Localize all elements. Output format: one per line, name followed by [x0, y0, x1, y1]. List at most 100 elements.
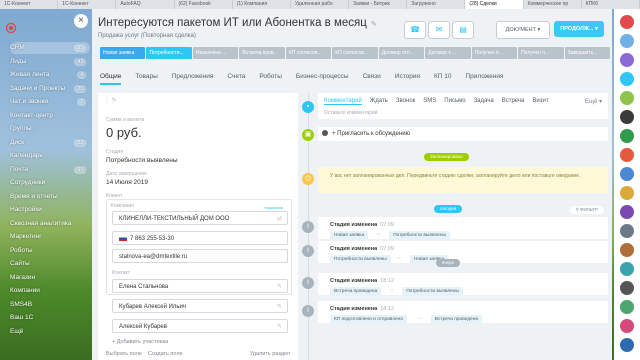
left-menu-item[interactable]: Магазин — [10, 272, 90, 284]
email-field[interactable]: stalnova-ea@dmtextile.ru — [112, 249, 288, 263]
timeline-tab[interactable]: Визит — [532, 98, 548, 105]
browser-tab[interactable]: Загружено — [407, 0, 466, 9]
create-field-link[interactable]: Создать поле — [148, 351, 183, 357]
user-avatar-icon[interactable] — [620, 281, 634, 295]
user-avatar-icon[interactable] — [620, 34, 634, 48]
deal-subtitle[interactable]: Продажа услуг (Повторная сделка) — [98, 33, 377, 39]
stage-step[interactable]: КП согласов... — [332, 47, 378, 59]
deal-tab[interactable]: Приложения — [466, 73, 504, 85]
timeline-tab[interactable]: Звонок — [396, 98, 415, 105]
left-menu-item[interactable]: Маркетинг — [10, 231, 90, 243]
stage-step[interactable]: Назначена ... — [192, 47, 239, 59]
deal-tab[interactable]: Связи — [363, 73, 381, 85]
timeline-tab[interactable]: Письмо — [444, 98, 465, 105]
deal-tab[interactable]: Роботы — [259, 73, 282, 85]
timeline-tab[interactable]: SMS — [423, 98, 436, 105]
select-field-link[interactable]: Выбрать поле — [106, 351, 142, 357]
bitrix-logo-icon[interactable] — [5, 22, 17, 34]
browser-tab[interactable]: КПКб — [582, 0, 640, 9]
email-button[interactable]: ✉ — [428, 21, 450, 39]
deal-tab[interactable]: Бизнес-процессы — [296, 73, 349, 85]
user-avatar-icon[interactable] — [620, 91, 634, 105]
deal-tab[interactable]: Предложения — [172, 73, 214, 85]
left-menu-item[interactable]: Календарь — [10, 150, 90, 162]
user-avatar-icon[interactable] — [620, 205, 634, 219]
stage-step[interactable]: Потребности... — [146, 47, 192, 59]
left-menu-item[interactable]: Группы — [10, 123, 90, 135]
left-menu-item[interactable]: Сотрудники — [10, 177, 90, 189]
browser-tab[interactable]: AutoFAQ — [116, 0, 175, 9]
user-avatar-icon[interactable] — [620, 262, 634, 276]
browser-tab[interactable]: (28) Сделки — [465, 0, 524, 9]
left-menu-item[interactable]: Компании — [10, 285, 90, 297]
user-avatar-icon[interactable] — [620, 167, 634, 181]
pencil-icon[interactable]: ✎ — [277, 320, 282, 334]
stage-step[interactable]: Получен п... — [518, 47, 564, 59]
filter-button[interactable]: ⚲ ФИЛЬТР — [569, 206, 604, 214]
browser-tab[interactable]: Заявки - Битрик — [349, 0, 408, 9]
invite-discussion[interactable]: + Пригласить к обсуждению — [318, 127, 608, 141]
left-menu-item[interactable]: Задачи и Проекты 25 — [10, 83, 90, 95]
stage-step[interactable]: Новая заявка — [100, 47, 146, 59]
timeline-event[interactable]: Стадия изменена 18:12 КП подготовлено и от… — [318, 301, 608, 324]
user-avatar-icon[interactable] — [620, 53, 634, 67]
add-participant-link[interactable]: + Добавить участника — [112, 339, 168, 345]
left-menu-item[interactable]: Настройки — [10, 204, 90, 216]
left-menu-item[interactable]: Чат и звонки 7 — [10, 96, 90, 108]
left-menu-item[interactable]: Лиды 43 — [10, 56, 90, 68]
pencil-icon[interactable]: ✎ — [277, 280, 282, 294]
left-menu-item[interactable]: Диск 22 — [10, 137, 90, 149]
timeline-event[interactable]: Стадия изменена 18:12 Встреча проведена → По… — [318, 273, 608, 296]
stage-step[interactable]: КП согласов... — [285, 47, 332, 59]
continue-button[interactable]: ПРОДОЛЖ... ▾ — [554, 21, 604, 37]
phone-field[interactable]: 7 863 255-53-30 — [112, 231, 288, 245]
user-avatar-icon[interactable] — [620, 148, 634, 162]
browser-tab[interactable]: 1С-Коннект — [0, 0, 59, 9]
company-field[interactable]: КЛИНЕЛЛИ-ТЕКСТИЛЬНЫЙ ДОМ ООО ⇄ — [112, 211, 288, 225]
deal-tab[interactable]: Общие — [100, 73, 122, 85]
contact-field[interactable]: Кубарев Алексей Ильич ✎ — [112, 299, 288, 313]
stage-step[interactable]: Договор отп... — [378, 47, 425, 59]
contact-field[interactable]: Алексей Кубарев ✎ — [112, 319, 288, 333]
deal-tab[interactable]: Счета — [227, 73, 245, 85]
deal-tab[interactable]: История — [395, 73, 420, 85]
user-avatar-icon[interactable] — [620, 110, 634, 124]
user-avatar-icon[interactable] — [620, 186, 634, 200]
user-avatar-icon[interactable] — [620, 338, 634, 352]
left-menu-item[interactable]: Живая лента 4 — [10, 69, 90, 81]
pencil-icon[interactable]: ✎ — [371, 20, 377, 28]
left-menu-item[interactable]: SMS4B — [10, 299, 90, 311]
left-menu-item[interactable]: Почта 99 — [10, 164, 90, 176]
stage-step[interactable]: Получен п... — [471, 47, 518, 59]
contact-field[interactable]: Елена Стальнова ✎ — [112, 279, 288, 293]
timeline-tab[interactable]: Ждать — [370, 98, 388, 105]
user-avatar-icon[interactable] — [620, 72, 634, 86]
pencil-icon[interactable]: ✎ — [112, 97, 117, 104]
timeline-tab[interactable]: Встреча — [502, 98, 525, 105]
left-menu-item[interactable]: Время и отчеты — [10, 191, 90, 203]
stage-value[interactable]: Потребности выявлены — [106, 157, 178, 164]
user-avatar-icon[interactable] — [620, 319, 634, 333]
browser-tab[interactable]: Удаленная рабо — [291, 0, 350, 9]
stage-step[interactable]: Встреча пров... — [239, 47, 285, 59]
close-icon[interactable]: × — [74, 14, 88, 28]
deal-tab[interactable]: Товары — [135, 73, 157, 85]
timeline-event[interactable]: Стадия изменена 07:09 Потребности выявлены… — [318, 241, 608, 264]
pencil-icon[interactable]: ✎ — [277, 300, 282, 314]
user-avatar-icon[interactable] — [620, 300, 634, 314]
more-menu[interactable]: Ещё ▾ — [585, 98, 602, 105]
close-date-value[interactable]: 14 Июля 2019 — [106, 179, 148, 186]
browser-tab[interactable]: (1) Компания — [233, 0, 291, 9]
browser-tab[interactable]: Коммерческое пр — [524, 0, 582, 9]
timeline-tab[interactable]: Комментарий — [324, 98, 362, 105]
swap-icon[interactable]: ⇄ — [277, 212, 282, 226]
left-menu-item[interactable]: CRM 99 — [10, 42, 90, 54]
deal-tab[interactable]: КП 10 — [434, 73, 452, 85]
left-menu-item[interactable]: Сайты — [10, 258, 90, 270]
stage-step[interactable]: Завершить... — [564, 47, 610, 59]
deal-title[interactable]: Интересуются пакетом ИТ или Абонентка в … — [98, 17, 367, 29]
left-menu-item[interactable]: Ещё — [10, 326, 90, 338]
left-menu-item[interactable]: Роботы — [10, 245, 90, 257]
chat-button[interactable]: ▤ — [452, 21, 474, 39]
left-menu-item[interactable]: Сквозная аналитика — [10, 218, 90, 230]
